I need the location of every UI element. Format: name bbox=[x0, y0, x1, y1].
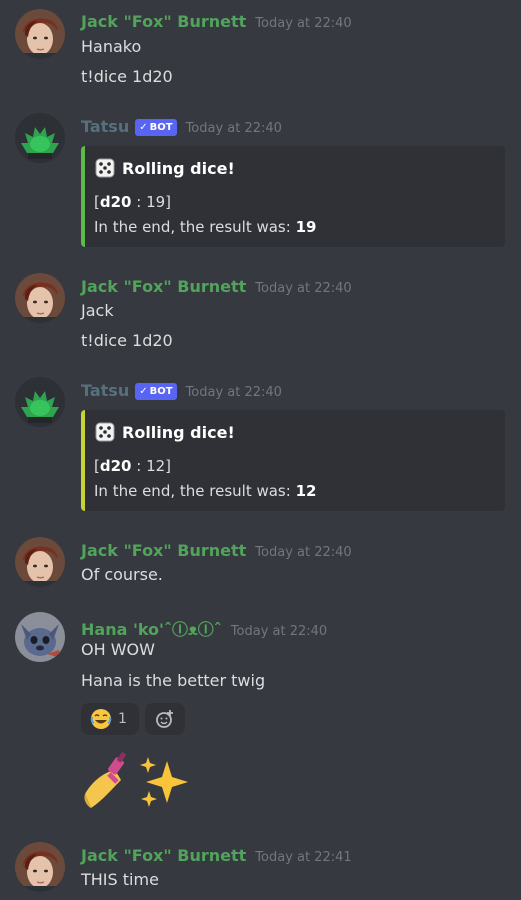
joy-emoji-icon bbox=[90, 709, 112, 729]
message-header: Jack "Fox" Burnett Today at 22:40 bbox=[81, 277, 352, 296]
message-header: Jack "Fox" Burnett Today at 22:41 bbox=[81, 846, 352, 865]
message-header: Hana 'ko'ˆⒾᴥⒾˆ Today at 22:40 bbox=[81, 616, 327, 640]
timestamp: Today at 22:40 bbox=[255, 16, 352, 31]
dice-embed: Rolling dice! [d20 : 12] In the end, the… bbox=[81, 410, 505, 511]
username[interactable]: Jack "Fox" Burnett bbox=[81, 12, 246, 31]
bot-tag: ✓ BOT bbox=[135, 383, 177, 400]
avatar[interactable] bbox=[15, 612, 65, 662]
timestamp: Today at 22:40 bbox=[255, 545, 352, 560]
sparkles-emoji bbox=[137, 755, 191, 813]
timestamp: Today at 22:40 bbox=[255, 281, 352, 296]
message-line: Of course. bbox=[81, 565, 163, 584]
avatar[interactable] bbox=[15, 537, 65, 587]
bot-tag: ✓ BOT bbox=[135, 119, 177, 136]
username[interactable]: Tatsu bbox=[81, 117, 129, 136]
add-reaction-button[interactable] bbox=[145, 703, 185, 735]
timestamp: Today at 22:40 bbox=[230, 624, 328, 639]
avatar[interactable] bbox=[15, 9, 65, 59]
roll-line: [d20 : 19] bbox=[94, 193, 172, 211]
avatar[interactable] bbox=[15, 842, 65, 892]
check-icon: ✓ bbox=[139, 386, 148, 397]
username[interactable]: Hana 'ko'ˆⒾᴥⒾˆ bbox=[81, 616, 222, 640]
message-header: Jack "Fox" Burnett Today at 22:40 bbox=[81, 12, 352, 31]
message-line: THIS time bbox=[81, 870, 159, 889]
message-header: Tatsu ✓ BOT Today at 22:40 bbox=[81, 381, 282, 402]
message-header: Tatsu ✓ BOT Today at 22:40 bbox=[81, 117, 282, 138]
username[interactable]: Jack "Fox" Burnett bbox=[81, 846, 246, 865]
embed-title: Rolling dice! bbox=[94, 421, 235, 443]
check-icon: ✓ bbox=[139, 122, 148, 133]
result-line: In the end, the result was: 19 bbox=[94, 218, 317, 236]
reaction-joy[interactable]: 1 bbox=[81, 703, 139, 735]
message-line: t!dice 1d20 bbox=[81, 331, 173, 350]
message-line: Hana is the better twig bbox=[81, 671, 266, 690]
add-reaction-icon bbox=[156, 710, 173, 728]
timestamp: Today at 22:40 bbox=[185, 121, 282, 136]
nail-polish-emoji bbox=[81, 750, 137, 814]
message-header: Jack "Fox" Burnett Today at 22:40 bbox=[81, 541, 352, 560]
dice-embed: Rolling dice! [d20 : 19] In the end, the… bbox=[81, 146, 505, 247]
message-line: t!dice 1d20 bbox=[81, 67, 173, 86]
avatar[interactable] bbox=[15, 377, 65, 427]
die-icon bbox=[94, 421, 116, 443]
timestamp: Today at 22:40 bbox=[185, 385, 282, 400]
message-line: OH WOW bbox=[81, 640, 155, 659]
avatar[interactable] bbox=[15, 273, 65, 323]
username[interactable]: Jack "Fox" Burnett bbox=[81, 541, 246, 560]
avatar[interactable] bbox=[15, 113, 65, 163]
reaction-count: 1 bbox=[118, 711, 127, 727]
result-line: In the end, the result was: 12 bbox=[94, 482, 317, 500]
roll-line: [d20 : 12] bbox=[94, 457, 172, 475]
message-line: Jack bbox=[81, 301, 114, 320]
message-line: Hanako bbox=[81, 37, 142, 56]
die-icon bbox=[94, 157, 116, 179]
embed-title: Rolling dice! bbox=[94, 157, 235, 179]
username[interactable]: Tatsu bbox=[81, 381, 129, 400]
timestamp: Today at 22:41 bbox=[255, 850, 352, 865]
username[interactable]: Jack "Fox" Burnett bbox=[81, 277, 246, 296]
